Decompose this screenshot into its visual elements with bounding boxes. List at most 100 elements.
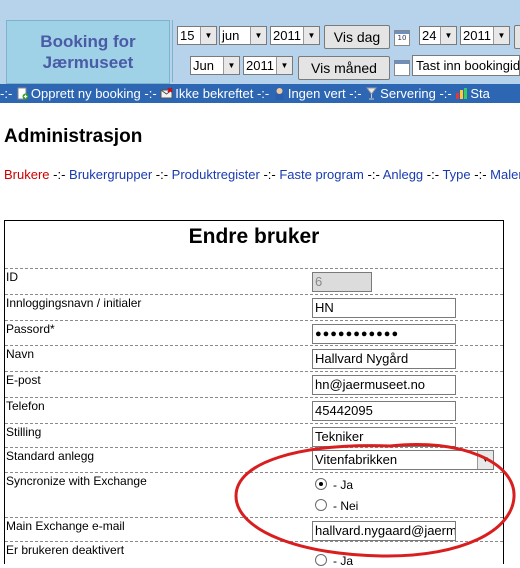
chevron-down-icon: ▼: [200, 27, 216, 44]
default-facility-value: Vitenfabrikken: [315, 452, 398, 467]
nav-item-statistics[interactable]: Sta: [455, 86, 490, 101]
position-field[interactable]: Tekniker: [312, 427, 456, 447]
app-header: Booking for Jærmuseet 15 ▼ jun ▼ 2011 ▼ Vis…: [0, 0, 520, 103]
phone-field[interactable]: 45442095: [312, 401, 456, 421]
from-day-select[interactable]: 15 ▼: [177, 26, 217, 45]
admin-link-separator: -:-: [53, 167, 70, 182]
chevron-down-icon: ▼: [303, 27, 319, 44]
field-label: Er brukeren deaktivert: [6, 543, 125, 557]
sync-yes-radio[interactable]: - Ja: [315, 478, 353, 492]
radio-checked-icon: [315, 478, 327, 490]
nav-item-serving[interactable]: Servering: [365, 86, 439, 101]
brand-logo[interactable]: Booking for Jærmuseet: [6, 20, 170, 84]
from-day-value: 15: [180, 28, 195, 43]
form-row-password: Passord* ●●●●●●●●●●●: [5, 320, 503, 345]
nav-separator: -:-: [0, 86, 16, 101]
admin-link-type[interactable]: Type: [442, 167, 470, 182]
admin-link-templates[interactable]: Maler: [490, 167, 520, 182]
chevron-down-icon: ▼: [223, 57, 239, 74]
calendar-icon[interactable]: [394, 60, 410, 76]
admin-link-separator: -:-: [155, 167, 172, 182]
admin-link-separator: -:-: [263, 167, 280, 182]
nav-separator: -:-: [144, 86, 161, 101]
admin-link-fixed-programs[interactable]: Faste program: [279, 167, 364, 182]
bar-chart-icon: [456, 88, 468, 99]
field-label: Standard anlegg: [6, 449, 95, 463]
exchange-email-field[interactable]: hallvard.nygaard@jaermu: [312, 521, 456, 541]
nav-item-no-host[interactable]: Ingen vert: [273, 86, 349, 101]
month-select[interactable]: Jun ▼: [190, 56, 240, 75]
nav-item-new-booking[interactable]: Opprett ny booking: [16, 86, 144, 101]
password-field[interactable]: ●●●●●●●●●●●: [312, 324, 456, 344]
from-month-value: jun: [222, 28, 240, 43]
truncated-button[interactable]: [514, 25, 520, 49]
chevron-down-icon: ▼: [440, 27, 456, 44]
radio-label: - Nei: [333, 499, 359, 513]
id-field: 6: [312, 272, 372, 292]
form-row-email: E-post hn@jaermuseet.no: [5, 371, 503, 396]
from-year-select[interactable]: 2011 ▼: [270, 26, 320, 45]
nav-separator: -:-: [256, 86, 273, 101]
glass-icon: [366, 87, 378, 100]
default-facility-select[interactable]: Vitenfabrikken ▼: [312, 450, 494, 470]
form-title: Endre bruker: [188, 225, 320, 248]
admin-menu: Brukere -:- Brukergrupper -:- Produktreg…: [4, 167, 520, 182]
admin-link-separator: -:-: [367, 167, 383, 182]
top-nav: -:- Opprett ny booking -:- Ikke bekrefte…: [0, 84, 520, 103]
to-day-value: 24: [422, 28, 437, 43]
calendar-icon[interactable]: 10: [394, 30, 410, 46]
field-label: Passord*: [6, 322, 55, 336]
form-row-sync-exchange: Syncronize with Exchange - Ja - Nei: [5, 472, 503, 517]
field-label: E-post: [6, 373, 41, 387]
radio-label: - Ja: [333, 554, 354, 568]
admin-link-facilities[interactable]: Anlegg: [383, 167, 423, 182]
admin-link-user-groups[interactable]: Brukergrupper: [69, 167, 152, 182]
admin-link-product-register[interactable]: Produktregister: [172, 167, 260, 182]
field-label: Innloggingsnavn / initialer: [6, 296, 142, 310]
to-year-select[interactable]: 2011 ▼: [460, 26, 510, 45]
month-year-value: 2011: [246, 58, 274, 73]
deactivated-yes-radio[interactable]: - Ja: [315, 554, 353, 568]
form-row-username: Innloggingsnavn / initialer HN: [5, 294, 503, 319]
radio-unchecked-icon: [315, 554, 327, 566]
show-month-button[interactable]: Vis måned: [298, 56, 390, 80]
nav-item-not-confirmed[interactable]: Ikke bekreftet: [160, 86, 257, 101]
mail-x-icon: [160, 87, 173, 99]
nav-separator: -:-: [439, 86, 456, 101]
nav-label: Opprett ny booking: [30, 86, 141, 101]
admin-link-users[interactable]: Brukere: [4, 167, 50, 182]
field-label: Navn: [6, 347, 35, 361]
form-row-position: Stilling Tekniker: [5, 423, 503, 448]
sync-no-radio[interactable]: - Nei: [315, 499, 358, 513]
nav-label: Ingen vert: [287, 86, 346, 101]
page-title: Administrasjon: [4, 126, 143, 147]
form-row-default-facility: Standard anlegg Vitenfabrikken ▼: [5, 447, 503, 472]
month-year-select[interactable]: 2011 ▼: [243, 56, 293, 75]
username-field[interactable]: HN: [312, 298, 456, 318]
field-label: ID: [6, 270, 18, 284]
radio-label: - Ja: [333, 478, 354, 492]
booking-id-input[interactable]: Tast inn bookingid: [412, 55, 520, 76]
chevron-down-icon: ▼: [276, 57, 292, 74]
nav-separator: -:-: [349, 86, 366, 101]
from-month-select[interactable]: jun ▼: [219, 26, 267, 45]
field-label: Telefon: [6, 399, 45, 413]
show-day-button[interactable]: Vis dag: [324, 25, 390, 49]
admin-link-separator: -:-: [426, 167, 443, 182]
radio-unchecked-icon: [315, 499, 327, 511]
nav-label: Servering: [380, 86, 436, 101]
field-label: Syncronize with Exchange: [6, 474, 147, 488]
month-value: Jun: [193, 58, 214, 73]
from-year-value: 2011: [273, 28, 301, 43]
name-field[interactable]: Hallvard Nygård: [312, 349, 456, 369]
to-day-select[interactable]: 24 ▼: [419, 26, 457, 45]
new-document-icon: [17, 87, 29, 100]
field-label: Main Exchange e-mail: [6, 519, 125, 533]
to-year-value: 2011: [463, 28, 491, 43]
person-icon: [275, 88, 284, 100]
chevron-down-icon: ▼: [477, 451, 493, 469]
admin-link-separator: -:-: [474, 167, 491, 182]
nav-label: Sta: [470, 86, 490, 101]
email-field[interactable]: hn@jaermuseet.no: [312, 375, 456, 395]
chevron-down-icon: ▼: [250, 27, 266, 44]
